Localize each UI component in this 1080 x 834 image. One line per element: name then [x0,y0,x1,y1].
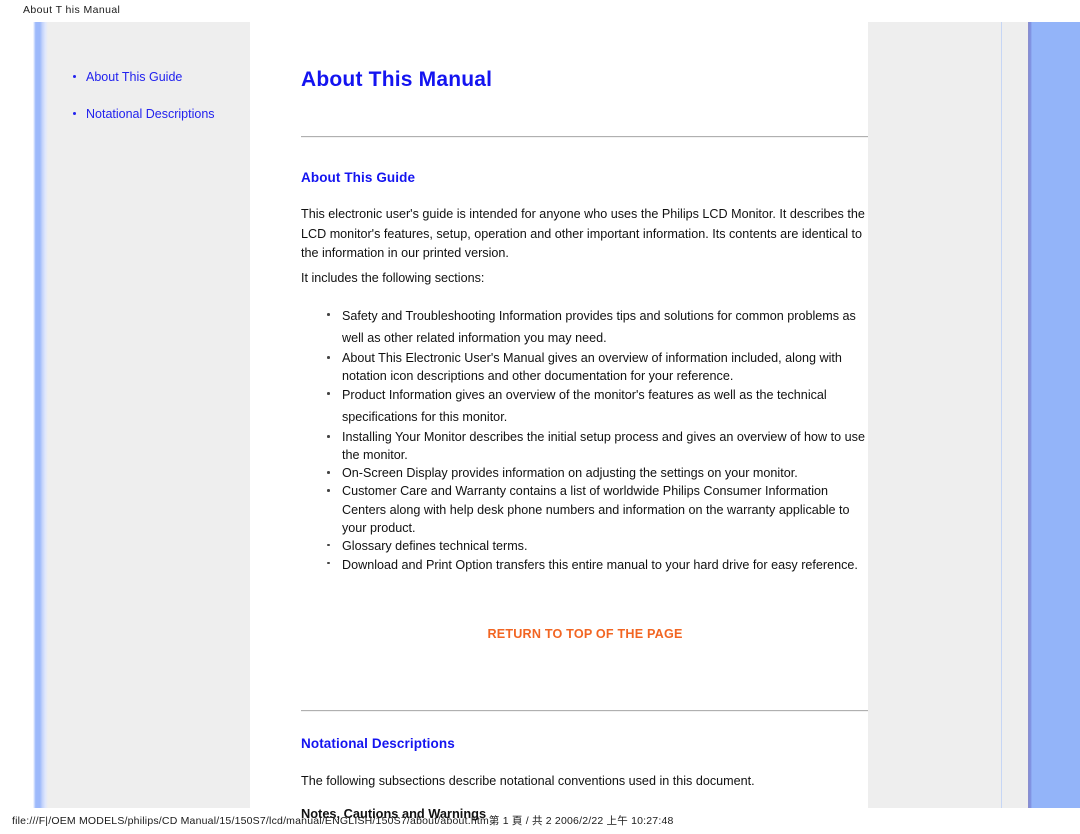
sidebar-item-about-this-guide[interactable]: About This Guide [72,70,242,85]
content-gutter [250,22,268,808]
list-item-link[interactable]: Installing Your Monitor [342,430,466,444]
sidebar-item-notational-descriptions[interactable]: Notational Descriptions [72,107,242,122]
divider-lower [301,710,869,712]
divider-top [301,136,869,138]
list-item: Customer Care and Warranty contains a li… [323,482,871,536]
includes-line: It includes the following sections: [301,271,485,285]
main-content: About This Manual About This Guide This … [268,22,871,821]
page-frame: About This Guide Notational Descriptions… [33,22,1080,821]
print-footer-path: file:///F|/OEM MODELS/philips/CD Manual/… [12,815,674,827]
bullet-icon [327,392,330,395]
bullet-icon [73,112,76,115]
right-gray-panel [868,22,1028,808]
list-item-link[interactable]: Glossary [342,539,392,553]
list-item-text: transfers this entire manual to your har… [492,557,858,572]
list-item-link[interactable]: Product Information [342,388,452,402]
section-heading-notational-descriptions: Notational Descriptions [301,736,455,751]
list-item: About This Electronic User's Manual give… [323,349,871,385]
list-item-link[interactable]: On-Screen Display [342,466,448,480]
sidebar-item-label: Notational Descriptions [86,107,215,121]
print-header-title: About T his Manual [23,4,121,16]
list-item: Installing Your Monitor describes the in… [323,428,871,464]
bullet-icon [327,489,330,492]
list-item-link[interactable]: Download and Print Option [342,558,493,572]
bullet-icon [327,561,330,565]
list-item: Download and Print Option transfers this… [323,555,871,577]
section-heading-about-this-guide: About This Guide [301,170,416,185]
bullet-icon [327,435,330,438]
return-to-top-link[interactable]: RETURN TO TOP OF THE PAGE [301,627,869,641]
sidebar: About This Guide Notational Descriptions [48,22,250,808]
sidebar-nav-list: About This Guide Notational Descriptions [72,70,242,144]
notational-paragraph: The following subsections describe notat… [301,774,755,788]
list-item-text: About This Electronic User's Manual give… [342,351,842,384]
section-bullet-list: Safety and Troubleshooting Information p… [323,306,871,576]
page-title: About This Manual [301,68,493,91]
bullet-icon [327,471,330,474]
bullet-icon [327,543,330,547]
list-item-link[interactable]: Customer Care and Warranty [342,484,506,498]
right-blue-rail [1032,22,1080,808]
list-item: Product Information gives an overview of… [323,385,871,428]
list-item: Safety and Troubleshooting Information p… [323,306,871,349]
list-item-text: provides information on adjusting the se… [447,466,798,481]
bullet-icon [327,356,330,359]
bullet-icon [73,75,76,78]
intro-paragraph: This electronic user's guide is intended… [301,207,865,260]
list-item-text: defines technical terms. [391,538,528,553]
list-item-link[interactable]: Safety and Troubleshooting Information [342,309,562,323]
left-blue-rail [33,22,48,808]
right-panel-separator [1001,22,1002,808]
list-item: On-Screen Display provides information o… [323,464,871,482]
sidebar-item-label: About This Guide [86,70,183,84]
list-item: Glossary defines technical terms. [323,537,871,555]
bullet-icon [327,313,330,316]
